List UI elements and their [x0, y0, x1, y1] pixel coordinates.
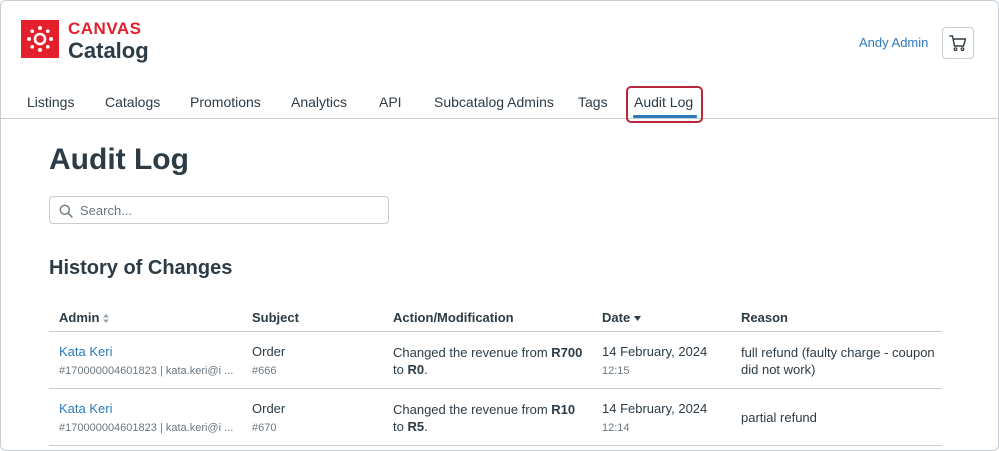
table-row-divider [49, 445, 942, 446]
tab-subcatalog-admins[interactable]: Subcatalog Admins [434, 94, 554, 110]
cart-icon [949, 35, 967, 52]
sort-descending-icon [634, 316, 642, 322]
tab-listings[interactable]: Listings [27, 94, 74, 110]
column-header-date[interactable]: Date [602, 310, 642, 325]
change-reason: partial refund [741, 410, 817, 425]
table-header-divider [49, 331, 942, 332]
canvas-logo-icon [21, 20, 59, 58]
admin-detail: #170000004601823 | kata.keri@i ... [59, 365, 234, 377]
change-reason: full refund (faulty charge - coupon did … [741, 345, 935, 377]
user-menu-link[interactable]: Andy Admin [859, 35, 928, 50]
change-time: 12:14 [602, 422, 630, 434]
subject-type: Order [252, 401, 286, 416]
search-icon [59, 204, 73, 218]
change-time: 12:15 [602, 365, 630, 377]
subject-id: #666 [252, 365, 277, 377]
app-window: CANVAS Catalog Andy Admin Listings Catal… [0, 0, 999, 451]
search-box[interactable] [49, 196, 389, 224]
brand-bottom-text: Catalog [68, 38, 149, 63]
tab-catalogs[interactable]: Catalogs [105, 94, 160, 110]
table-row-divider [49, 388, 942, 389]
active-tab-indicator [633, 115, 697, 118]
canvas-catalog-logo[interactable]: CANVAS Catalog [21, 20, 149, 62]
column-header-subject: Subject [252, 310, 299, 325]
section-title: History of Changes [49, 257, 233, 279]
change-date: 14 February, 2024 [602, 401, 708, 416]
tab-audit-log[interactable]: Audit Log [634, 94, 693, 110]
tab-analytics[interactable]: Analytics [291, 94, 347, 110]
brand-top-text: CANVAS [68, 19, 142, 38]
admin-name-link[interactable]: Kata Keri [59, 400, 112, 417]
column-header-admin[interactable]: Admin [59, 310, 110, 325]
tab-api[interactable]: API [379, 94, 402, 110]
action-description: Changed the revenue from R700 to R0. [393, 345, 583, 377]
cart-button[interactable] [942, 27, 974, 59]
subject-id: #670 [252, 422, 277, 434]
sort-unsorted-icon [103, 314, 110, 324]
admin-name-link[interactable]: Kata Keri [59, 343, 112, 360]
column-header-reason: Reason [741, 310, 788, 325]
change-date: 14 February, 2024 [602, 344, 708, 359]
page-title: Audit Log [49, 143, 189, 176]
subject-type: Order [252, 344, 286, 359]
action-description: Changed the revenue from R10 to R5. [393, 402, 576, 434]
search-input[interactable] [80, 201, 380, 219]
column-header-action: Action/Modification [393, 310, 514, 325]
main-nav: Listings Catalogs Promotions Analytics A… [1, 86, 998, 123]
tab-promotions[interactable]: Promotions [190, 94, 261, 110]
tab-tags[interactable]: Tags [578, 94, 608, 110]
admin-detail: #170000004601823 | kata.keri@i ... [59, 422, 234, 434]
